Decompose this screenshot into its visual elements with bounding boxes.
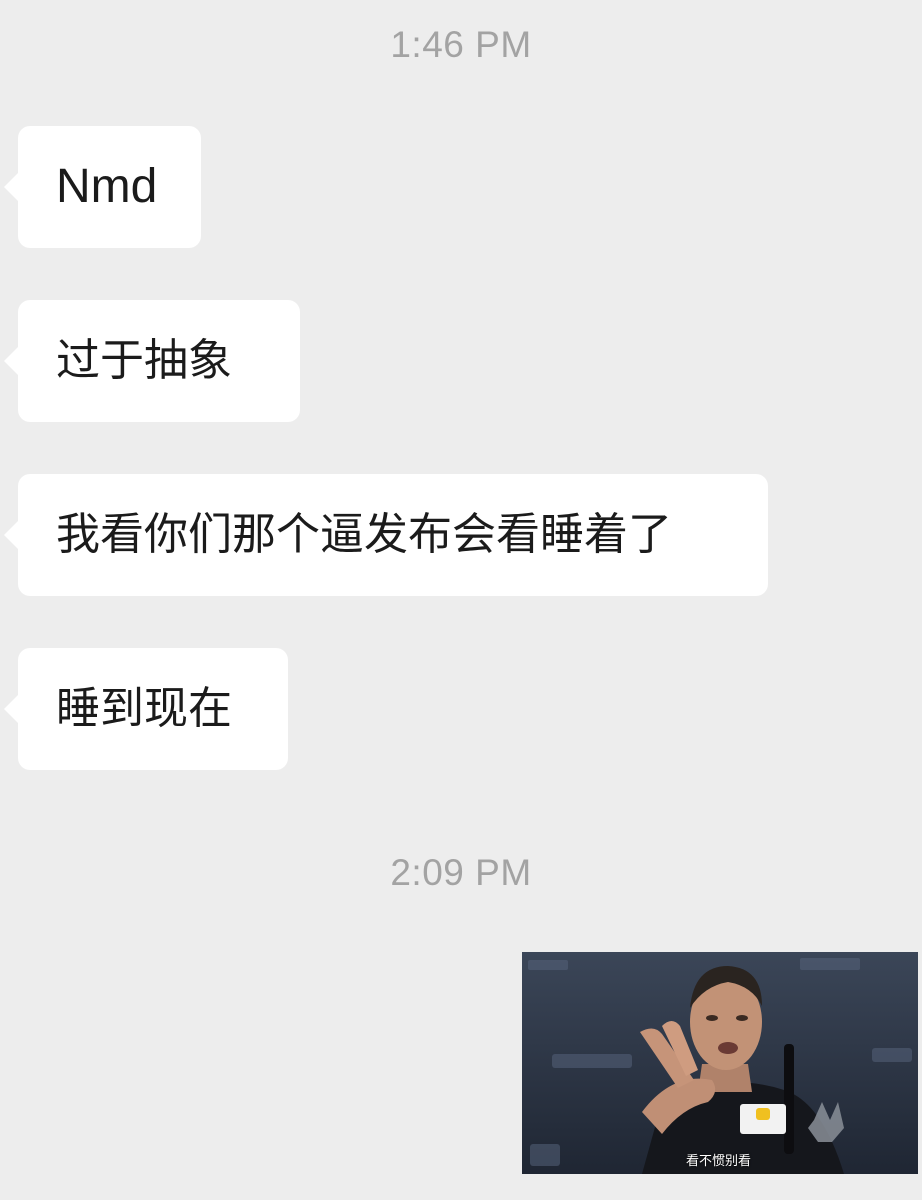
message-text: 过于抽象 [56,335,232,386]
message-bubble[interactable]: 过于抽象 [4,300,300,422]
message-text: 我看你们那个逼发布会看睡着了 [56,509,672,560]
timestamp: 1:46 PM [390,24,532,65]
sticker-caption: 看不惯别看 [686,1154,752,1169]
timestamp: 2:09 PM [390,852,532,893]
message-text: Nmd [56,160,158,213]
message-bubble[interactable]: Nmd [4,126,201,248]
message-text: 睡到现在 [56,683,232,734]
sticker-image[interactable]: 看不惯别看 [522,952,918,1174]
sticker-man-pointing-icon [522,952,918,1174]
message-bubble[interactable]: 我看你们那个逼发布会看睡着了 [4,474,768,596]
message-bubble[interactable]: 睡到现在 [4,648,288,770]
